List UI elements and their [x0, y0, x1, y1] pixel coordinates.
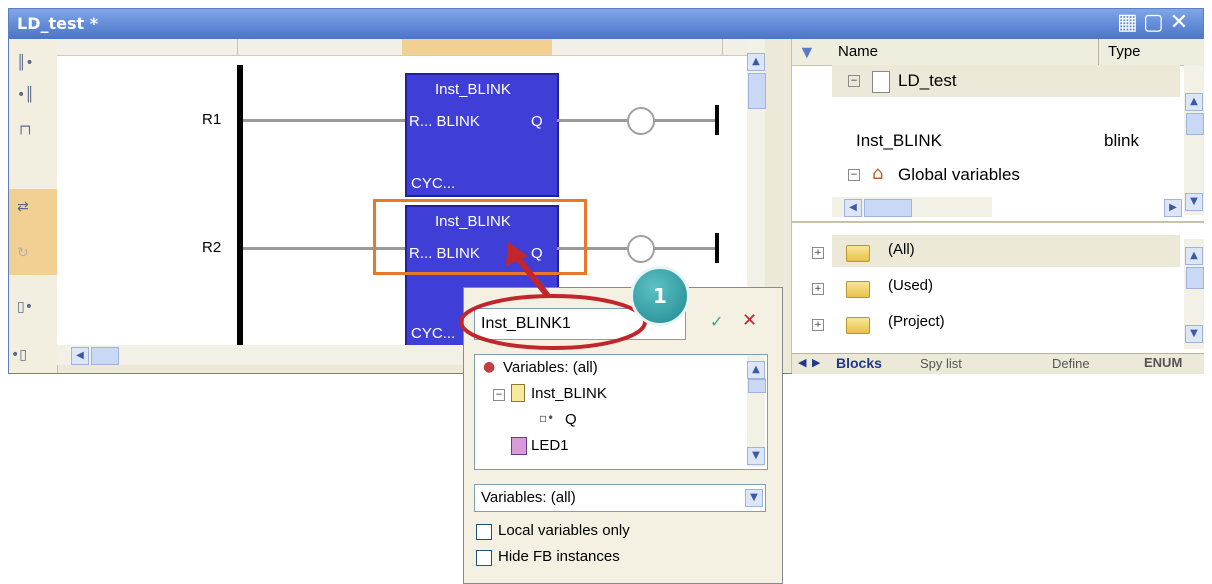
- annotation-overlay: [459, 242, 647, 350]
- step-number-badge: 1: [630, 266, 690, 326]
- pointer-arrow: [513, 254, 551, 298]
- input-highlight-ellipse: [459, 294, 647, 350]
